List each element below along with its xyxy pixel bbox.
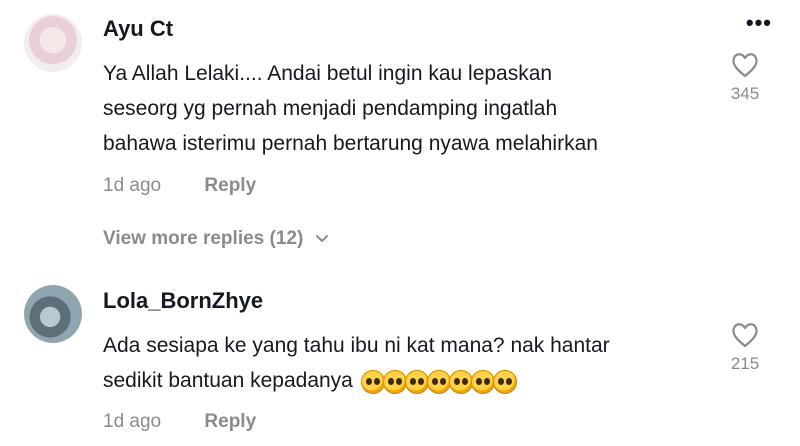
comment-text-line: Ya Allah Lelaki.... Andai betul ingin ka… — [103, 62, 553, 85]
pleading-face-emoji — [448, 370, 473, 395]
more-options-icon[interactable]: ••• — [746, 10, 772, 36]
like-count: 345 — [730, 84, 760, 103]
reply-button[interactable]: Reply — [204, 175, 256, 196]
view-more-replies-button[interactable]: View more replies (12) — [103, 228, 329, 250]
pleading-face-emoji — [470, 370, 495, 395]
like-button[interactable]: 345 — [720, 52, 770, 104]
comment-meta: 1d ago Reply — [103, 175, 256, 197]
comment-text-fragment: sedikit bantuan kepadanya — [103, 369, 353, 392]
comment-text: Ya Allah Lelaki.... Andai betul ingin ka… — [103, 56, 703, 161]
pleading-face-emoji — [426, 370, 451, 395]
reply-button[interactable]: Reply — [204, 411, 256, 432]
comment-text-line: Ada sesiapa ke yang tahu ibu ni kat mana… — [103, 334, 610, 357]
comment-timestamp: 1d ago — [103, 411, 162, 432]
pleading-face-emoji — [492, 370, 517, 395]
view-more-replies-label: View more replies (12) — [103, 228, 304, 249]
like-button[interactable]: 215 — [720, 322, 770, 374]
heart-outline-icon — [732, 53, 758, 78]
comment-text: Ada sesiapa ke yang tahu ibu ni kat mana… — [103, 328, 703, 399]
comment-username[interactable]: Ayu Ct — [103, 16, 173, 42]
comment-text-line: seseorg yg pernah menjadi pendamping ing… — [103, 97, 558, 120]
pleading-face-emoji — [382, 370, 407, 395]
avatar[interactable] — [24, 14, 82, 72]
comment-text-line: sedikit bantuan kepadanya — [103, 363, 703, 399]
avatar[interactable] — [24, 285, 82, 343]
heart-outline-icon — [732, 323, 758, 348]
chevron-down-icon — [315, 234, 328, 242]
comment-timestamp: 1d ago — [103, 175, 162, 196]
comment-meta: 1d ago Reply — [103, 411, 256, 433]
comment-text-line: bahawa isterimu pernah bertarung nyawa m… — [103, 132, 598, 155]
like-count: 215 — [730, 354, 760, 373]
comment-username[interactable]: Lola_BornZhye — [103, 288, 263, 314]
pleading-face-emoji — [360, 370, 385, 395]
pleading-face-emoji — [404, 370, 429, 395]
emoji-group — [360, 364, 517, 399]
